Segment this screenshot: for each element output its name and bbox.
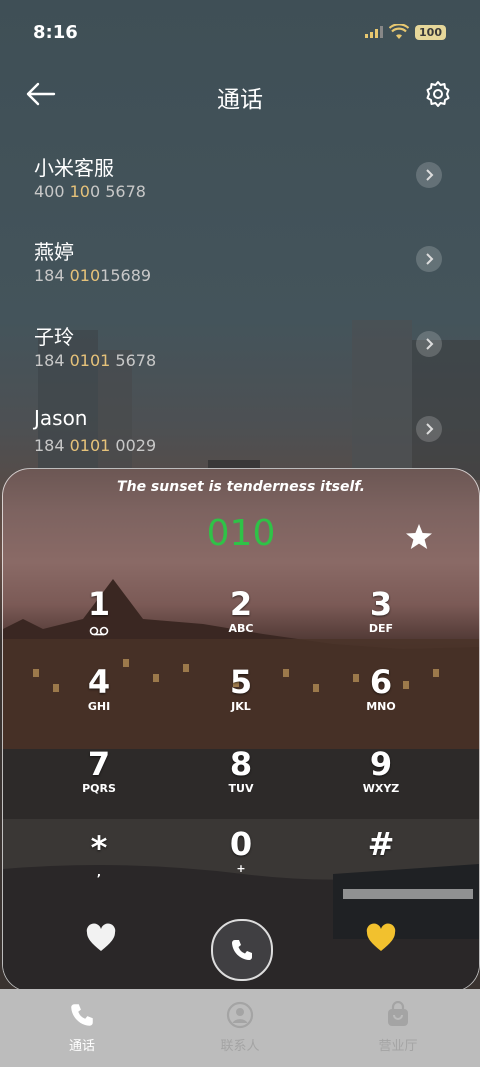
contact-number: 184 0101 0029 — [34, 436, 156, 455]
call-button[interactable] — [211, 919, 273, 981]
top-bar: 通话 — [0, 64, 480, 124]
number-prefix: 400 — [34, 182, 70, 201]
number-match: 10 — [69, 182, 90, 201]
chevron-right-icon — [426, 253, 434, 265]
key-digit: 4 — [87, 663, 111, 701]
key-5[interactable]: 5 JKL — [181, 665, 301, 733]
key-digit: 1 — [87, 585, 111, 623]
contact-name: Jason — [34, 406, 88, 430]
number-suffix: 5678 — [110, 351, 157, 370]
key-letters: WXYZ — [362, 782, 400, 795]
key-hash[interactable]: # — [321, 827, 441, 895]
contact-detail-button[interactable] — [416, 331, 442, 357]
key-digit: 6 — [369, 663, 393, 701]
contact-name: 小米客服 — [34, 156, 114, 180]
key-1[interactable]: 1 — [39, 587, 159, 655]
number-suffix: 0029 — [110, 436, 157, 455]
tab-service-hall[interactable]: 营业厅 — [343, 1000, 453, 1054]
number-prefix: 184 — [34, 351, 70, 370]
phone-handset-icon — [232, 940, 252, 960]
key-8[interactable]: 8 TUV — [181, 747, 301, 815]
battery-indicator: 100 — [415, 24, 446, 40]
signal-icon — [365, 26, 384, 38]
star-favorite-icon[interactable] — [403, 521, 435, 553]
number-match: 0101 — [69, 436, 111, 455]
key-letters: TUV — [228, 782, 254, 795]
phone-icon — [71, 1004, 93, 1026]
key-letters: + — [236, 862, 246, 875]
key-digit: 9 — [369, 745, 393, 783]
status-bar: 8:16 100 — [0, 0, 480, 60]
key-letters: JKL — [231, 700, 251, 713]
key-letters: ABC — [228, 622, 254, 635]
contact-detail-button[interactable] — [416, 416, 442, 442]
key-0[interactable]: 0 + — [181, 827, 301, 895]
key-4[interactable]: 4 GHI — [39, 665, 159, 733]
chevron-right-icon — [426, 338, 434, 350]
contact-number: 184 0101 5678 — [34, 351, 156, 370]
key-letters: DEF — [368, 622, 394, 635]
contact-detail-button[interactable] — [416, 246, 442, 272]
key-digit: 2 — [229, 585, 253, 623]
contact-name: 燕婷 — [34, 240, 74, 264]
key-9[interactable]: 9 WXYZ — [321, 747, 441, 815]
chevron-right-icon — [426, 423, 434, 435]
key-3[interactable]: 3 DEF — [321, 587, 441, 655]
key-star[interactable]: * , — [39, 831, 159, 899]
key-letters: GHI — [87, 700, 111, 713]
bottom-tab-bar: 通话 联系人 营业厅 — [0, 989, 480, 1067]
bag-icon — [388, 1000, 408, 1026]
dialer-panel: The sunset is tenderness itself. 010 1 2… — [2, 468, 480, 992]
key-7[interactable]: 7 PQRS — [39, 747, 159, 815]
tab-label: 联系人 — [220, 1039, 260, 1054]
contact-name: 子玲 — [34, 325, 74, 349]
person-icon — [226, 1001, 254, 1029]
key-letters: , — [96, 866, 102, 879]
key-digit: 3 — [369, 585, 393, 623]
tab-contacts[interactable]: 联系人 — [185, 1001, 295, 1054]
contact-number: 184 01015689 — [34, 266, 151, 285]
number-prefix: 184 — [34, 266, 70, 285]
number-match: 0101 — [69, 351, 111, 370]
settings-gear-icon[interactable] — [424, 80, 452, 108]
tab-calls[interactable]: 通话 — [27, 1001, 137, 1054]
status-icons: 100 — [365, 24, 446, 40]
tab-label: 营业厅 — [378, 1039, 418, 1054]
key-letters: PQRS — [82, 782, 116, 795]
voicemail-icon — [89, 626, 109, 636]
contact-detail-button[interactable] — [416, 162, 442, 188]
key-6[interactable]: 6 MNO — [321, 665, 441, 733]
contact-number: 400 100 5678 — [34, 182, 146, 201]
white-heart-icon[interactable] — [85, 923, 117, 953]
contact-row[interactable]: 子玲 184 0101 5678 — [0, 321, 480, 401]
contact-row[interactable]: 小米客服 400 100 5678 — [0, 152, 480, 232]
key-letters: MNO — [366, 700, 396, 713]
chevron-right-icon — [426, 169, 434, 181]
key-2[interactable]: 2 ABC — [181, 587, 301, 655]
number-suffix: 15689 — [100, 266, 152, 285]
number-suffix: 0 5678 — [89, 182, 146, 201]
key-digit: * — [90, 829, 108, 867]
key-digit: # — [367, 825, 395, 863]
contact-row[interactable]: 燕婷 184 01015689 — [0, 236, 480, 316]
key-digit: 5 — [229, 663, 253, 701]
number-prefix: 184 — [34, 436, 70, 455]
wifi-icon — [389, 24, 410, 39]
number-match: 010 — [69, 266, 101, 285]
tab-label: 通话 — [68, 1039, 95, 1054]
page-title: 通话 — [217, 87, 263, 113]
key-digit: 8 — [229, 745, 253, 783]
key-digit: 0 — [229, 825, 253, 863]
dialer-quote: The sunset is tenderness itself. — [117, 479, 365, 495]
yellow-heart-icon[interactable] — [365, 923, 397, 953]
status-time: 8:16 — [33, 22, 78, 43]
key-digit: 7 — [87, 745, 111, 783]
